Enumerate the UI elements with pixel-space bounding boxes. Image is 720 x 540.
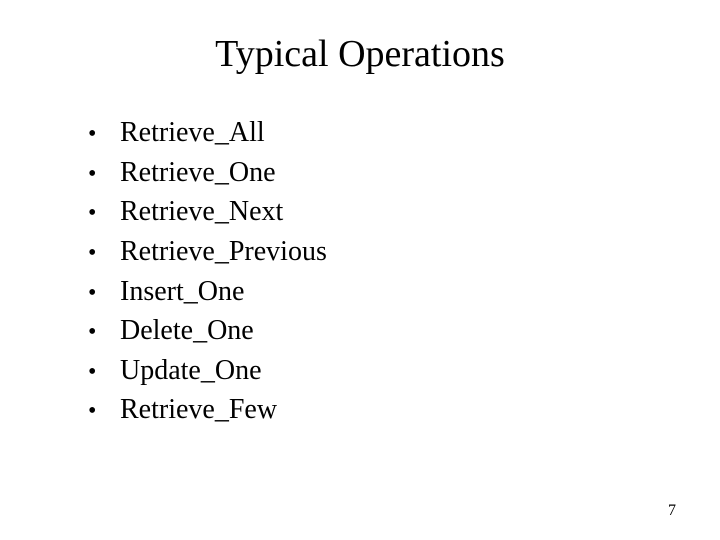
bullet-icon: • [88, 277, 120, 310]
list-item: • Update_One [88, 352, 670, 391]
slide-title: Typical Operations [50, 32, 670, 76]
bullet-text: Retrieve_Few [120, 391, 670, 430]
bullet-list: • Retrieve_All • Retrieve_One • Retrieve… [50, 114, 670, 430]
list-item: • Retrieve_Few [88, 391, 670, 430]
bullet-text: Update_One [120, 352, 670, 391]
slide-container: Typical Operations • Retrieve_All • Retr… [0, 0, 720, 540]
bullet-icon: • [88, 158, 120, 191]
list-item: • Retrieve_One [88, 154, 670, 193]
bullet-text: Retrieve_All [120, 114, 670, 153]
bullet-icon: • [88, 316, 120, 349]
bullet-text: Retrieve_One [120, 154, 670, 193]
list-item: • Retrieve_Previous [88, 233, 670, 272]
page-number: 7 [668, 502, 676, 520]
bullet-icon: • [88, 118, 120, 151]
bullet-icon: • [88, 197, 120, 230]
list-item: • Retrieve_All [88, 114, 670, 153]
list-item: • Retrieve_Next [88, 193, 670, 232]
bullet-text: Retrieve_Next [120, 193, 670, 232]
bullet-text: Insert_One [120, 273, 670, 312]
bullet-icon: • [88, 237, 120, 270]
bullet-icon: • [88, 356, 120, 389]
list-item: • Delete_One [88, 312, 670, 351]
list-item: • Insert_One [88, 273, 670, 312]
bullet-text: Delete_One [120, 312, 670, 351]
bullet-text: Retrieve_Previous [120, 233, 670, 272]
bullet-icon: • [88, 395, 120, 428]
